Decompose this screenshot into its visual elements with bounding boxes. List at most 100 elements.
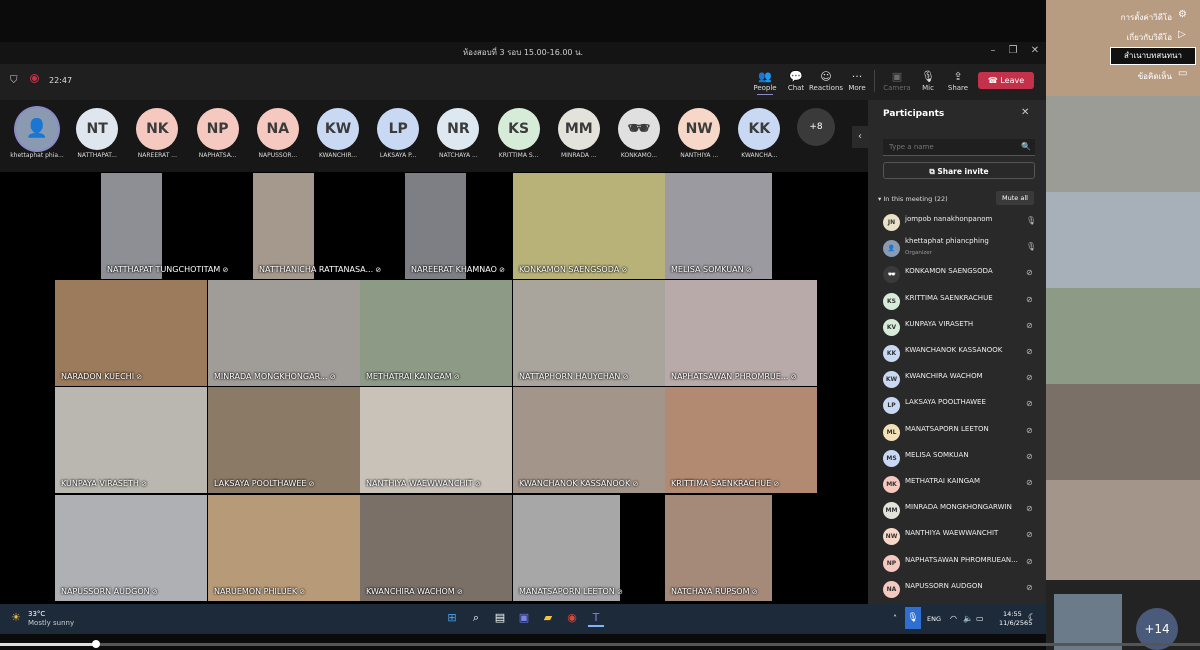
close-icon[interactable]: ✕: [1028, 44, 1042, 58]
participant-avatar[interactable]: 👤: [16, 108, 58, 150]
video-tile[interactable]: [513, 280, 665, 386]
chrome-icon[interactable]: ◉: [564, 611, 580, 625]
people-button[interactable]: 👥 People: [748, 70, 782, 96]
menu-about-video[interactable]: เกี่ยวกับวิดีโอ: [1100, 31, 1172, 44]
mute-all-button[interactable]: Mute all: [996, 191, 1034, 205]
close-panel-icon[interactable]: ✕: [1021, 107, 1029, 118]
in-meeting-header[interactable]: ▾ In this meeting (22): [878, 195, 948, 203]
participant-avatar[interactable]: NP: [196, 108, 239, 150]
video-tile[interactable]: [253, 173, 314, 279]
participant-search-input[interactable]: [883, 139, 1035, 156]
participant-avatar[interactable]: LP: [377, 108, 420, 150]
minimize-icon[interactable]: –: [986, 44, 1000, 58]
leave-button[interactable]: ☎ Leave: [978, 72, 1034, 89]
mic-off-icon[interactable]: ⊘: [1026, 347, 1033, 356]
participant-avatar[interactable]: NW: [678, 108, 721, 150]
clock-time[interactable]: 14:55: [1003, 610, 1022, 618]
weather-temp[interactable]: 33°C: [28, 610, 45, 618]
video-tile[interactable]: [513, 173, 665, 279]
mic-off-icon[interactable]: ⊘: [1026, 557, 1033, 566]
video-progress-track[interactable]: [0, 643, 1200, 646]
video-tile[interactable]: [360, 280, 512, 386]
participant-row[interactable]: ML MANATSAPORN LEETON ⊘: [868, 420, 1046, 446]
video-tile[interactable]: [665, 280, 817, 386]
language-indicator[interactable]: ENG: [927, 615, 941, 623]
more-button[interactable]: ··· More: [840, 70, 874, 96]
chevron-left-icon[interactable]: ‹: [852, 126, 868, 148]
video-tile[interactable]: [208, 495, 360, 601]
video-tile[interactable]: [55, 495, 207, 601]
camera-button[interactable]: ▣ Camera: [880, 70, 914, 96]
participant-row[interactable]: KK KWANCHANOK KASSANOOK ⊘: [868, 341, 1046, 367]
teams-icon[interactable]: T: [588, 611, 604, 627]
self-video-thumbnail[interactable]: [1054, 594, 1122, 650]
task-view-icon[interactable]: ▤: [492, 611, 508, 625]
participant-row[interactable]: 👤 khettaphat phiancphing Organizer 🎙: [868, 236, 1046, 262]
video-tile[interactable]: [55, 387, 207, 493]
participant-row[interactable]: KS KRITTIMA SAENKRACHUE ⊘: [868, 289, 1046, 315]
reactions-button[interactable]: ☺ Reactions: [809, 70, 843, 96]
mic-off-icon[interactable]: ⊘: [1026, 399, 1033, 408]
menu-feedback[interactable]: ข้อคิดเห็น: [1100, 70, 1172, 83]
share-button[interactable]: ⇪ Share: [941, 70, 975, 96]
menu-video-settings[interactable]: การตั้งค่าวิดีโอ: [1100, 11, 1172, 24]
mic-off-icon[interactable]: ⊘: [1026, 530, 1033, 539]
mic-off-icon[interactable]: ⊘: [1026, 321, 1033, 330]
chevron-up-icon[interactable]: ˄: [893, 614, 897, 623]
participant-row[interactable]: LP LAKSAYA POOLTHAWEE ⊘: [868, 393, 1046, 419]
participant-row[interactable]: KV KUNPAYA VIRASETH ⊘: [868, 315, 1046, 341]
notification-icon[interactable]: ☾: [1028, 613, 1036, 623]
mic-off-icon[interactable]: ⊘: [1026, 583, 1033, 592]
participant-row[interactable]: JN jompob nanakhonpanom 🎙: [868, 210, 1046, 236]
video-progress-knob[interactable]: [92, 640, 101, 648]
mic-off-icon[interactable]: ⊘: [1026, 268, 1033, 277]
video-tile[interactable]: [665, 387, 817, 493]
video-tile[interactable]: [55, 280, 207, 386]
participant-avatar[interactable]: MM: [557, 108, 600, 150]
participant-row[interactable]: MK METHATRAI KAINGAM ⊘: [868, 472, 1046, 498]
maximize-icon[interactable]: ❐: [1006, 44, 1020, 58]
participant-avatar[interactable]: KS: [497, 108, 540, 150]
participant-row[interactable]: MS MELISA SOMKUAN ⊘: [868, 446, 1046, 472]
mic-off-icon[interactable]: ⊘: [1026, 295, 1033, 304]
mic-off-icon[interactable]: ⊘: [1026, 373, 1033, 382]
video-tile[interactable]: [360, 495, 512, 601]
teams-chat-icon[interactable]: ▣: [516, 611, 532, 625]
participant-avatar[interactable]: NA: [256, 108, 299, 150]
mic-off-icon[interactable]: ⊘: [1026, 504, 1033, 513]
participant-row[interactable]: MM MINRADA MONGKHONGARWIN ⊘: [868, 498, 1046, 524]
participant-row[interactable]: KW KWANCHIRA WACHOM ⊘: [868, 367, 1046, 393]
weather-desc[interactable]: Mostly sunny: [28, 619, 74, 627]
mic-in-use-icon[interactable]: 🎙: [905, 607, 921, 629]
wifi-icon[interactable]: ◠: [950, 614, 957, 623]
participant-row[interactable]: NA NAPUSSORN AUDGON ⊘: [868, 577, 1046, 603]
mic-off-icon[interactable]: ⊘: [1026, 478, 1033, 487]
volume-icon[interactable]: 🔈: [963, 614, 973, 623]
video-tile[interactable]: [513, 387, 665, 493]
chat-button[interactable]: 💬 Chat: [779, 70, 813, 96]
participant-row[interactable]: 🕶 KONKAMON SAENGSODA ⊘: [868, 262, 1046, 288]
mic-button[interactable]: 🎙 Mic: [911, 70, 945, 96]
participant-avatar[interactable]: 🕶: [618, 108, 660, 150]
participant-avatar[interactable]: NT: [76, 108, 119, 150]
mic-off-icon[interactable]: ⊘: [1026, 452, 1033, 461]
participant-avatar[interactable]: KW: [317, 108, 359, 150]
menu-copy-transcript[interactable]: สำเนาบทสนทนา: [1110, 47, 1196, 65]
search-taskbar-icon[interactable]: ⌕: [468, 611, 484, 625]
participant-row[interactable]: NP NAPHATSAWAN PHROMRUEAN... ⊘: [868, 551, 1046, 577]
more-participants-button[interactable]: +8: [797, 108, 835, 146]
video-tile[interactable]: [405, 173, 466, 279]
mic-off-icon[interactable]: ⊘: [1026, 426, 1033, 435]
video-tile[interactable]: [208, 387, 360, 493]
video-tile[interactable]: [665, 495, 772, 601]
share-invite-button[interactable]: ⧉ Share invite: [883, 162, 1035, 179]
battery-icon[interactable]: ▭: [976, 614, 984, 623]
file-explorer-icon[interactable]: ▰: [540, 611, 556, 625]
video-tile[interactable]: [665, 173, 772, 279]
start-icon[interactable]: ⊞: [444, 611, 460, 625]
mic-icon[interactable]: 🎙: [1026, 242, 1036, 251]
participant-row[interactable]: NW NANTHIYA WAEWWANCHIT ⊘: [868, 524, 1046, 550]
mic-icon[interactable]: 🎙: [1026, 216, 1036, 225]
video-tile[interactable]: [513, 495, 620, 601]
video-tile[interactable]: [208, 280, 360, 386]
